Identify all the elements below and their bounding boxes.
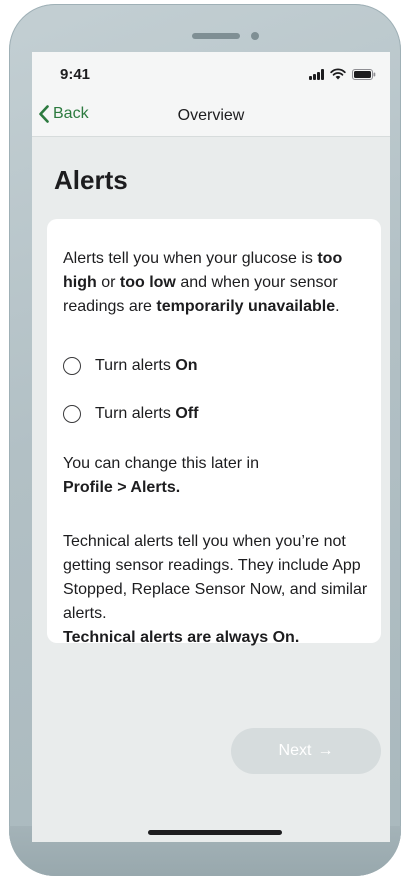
alerts-card: Alerts tell you when your glucose is too… [47,219,381,646]
wifi-icon [330,68,346,80]
cellular-signal-icon [309,69,324,80]
turn-alerts-on-label: Turn alerts On [95,357,198,374]
page-title: Alerts [54,165,128,195]
turn-alerts-off-label: Turn alerts Off [95,405,199,422]
navigation-bar: Back Overview [32,96,390,137]
next-button[interactable]: Next → [231,728,381,774]
technical-alerts-text: Technical alerts tell you when you’re no… [63,533,368,646]
change-later-note: You can change this later in Profile > Al… [63,455,259,496]
radio-button-off[interactable] [63,405,81,423]
status-bar: 9:41 [32,52,390,96]
next-label: Next [278,742,312,759]
phone-screen: 9:41 Back Overview Alerts Alerts tell yo… [32,52,390,842]
status-icons [309,68,376,80]
alerts-intro-text: Alerts tell you when your glucose is too… [63,250,343,315]
turn-alerts-on-option[interactable]: Turn alerts On [63,357,198,375]
arrow-right-icon: → [317,742,334,759]
nav-title: Overview [177,107,245,124]
status-time: 9:41 [60,66,91,83]
front-camera [251,32,259,40]
home-indicator [148,830,282,835]
speaker-grille [192,33,240,39]
radio-button-on[interactable] [63,357,81,375]
battery-icon [352,69,376,80]
turn-alerts-off-option[interactable]: Turn alerts Off [63,405,198,423]
